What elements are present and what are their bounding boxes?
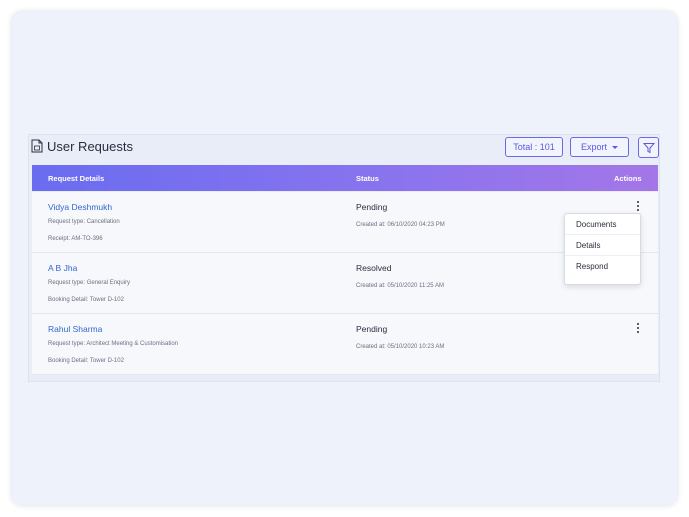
total-count-label: Total : 101 (513, 142, 555, 152)
caret-down-icon (612, 145, 618, 149)
status-text: Pending (356, 324, 388, 334)
page-title: User Requests (47, 139, 133, 154)
filter-icon (642, 142, 655, 153)
document-icon (31, 139, 43, 153)
row-actions-dropdown: Documents Details Respond (564, 213, 641, 285)
table-header: Request Details Status Actions (32, 165, 658, 191)
request-type: Request type: Cancellation (48, 219, 120, 225)
requester-name-link[interactable]: A B Jha (48, 263, 77, 273)
kebab-menu-icon[interactable] (633, 199, 643, 213)
total-count-button[interactable]: Total : 101 (505, 137, 563, 157)
status-text: Pending (356, 202, 388, 212)
menu-item-documents[interactable]: Documents (565, 214, 640, 235)
request-reference: Booking Detail: Tower D-102 (48, 358, 124, 364)
request-type: Request type: Architect Meeting & Custom… (48, 341, 179, 347)
requester-name-link[interactable]: Vidya Deshmukh (48, 202, 112, 212)
table-row: Rahul Sharma Request type: Architect Mee… (32, 314, 658, 375)
status-text: Resolved (356, 263, 392, 273)
request-reference: Receipt: AM-TO-396 (48, 236, 103, 242)
created-at: Created at: 05/10/2020 10:23 AM (356, 344, 445, 350)
filter-button[interactable] (638, 137, 659, 158)
column-header-actions: Actions (614, 174, 642, 183)
requester-name-link[interactable]: Rahul Sharma (48, 324, 102, 334)
created-at: Created at: 05/10/2020 11:25 AM (356, 283, 444, 289)
menu-item-respond[interactable]: Respond (565, 256, 640, 277)
request-reference: Booking Detail: Tower D-102 (48, 297, 124, 303)
export-label: Export (580, 142, 607, 152)
request-type: Request type: General Enquiry (48, 280, 131, 286)
kebab-menu-icon[interactable] (633, 321, 643, 335)
created-at: Created at: 06/10/2020 04:23 PM (356, 222, 445, 228)
column-header-status: Status (356, 174, 379, 183)
column-header-details: Request Details (48, 174, 105, 183)
export-button[interactable]: Export (570, 137, 629, 157)
menu-item-details[interactable]: Details (565, 235, 640, 256)
